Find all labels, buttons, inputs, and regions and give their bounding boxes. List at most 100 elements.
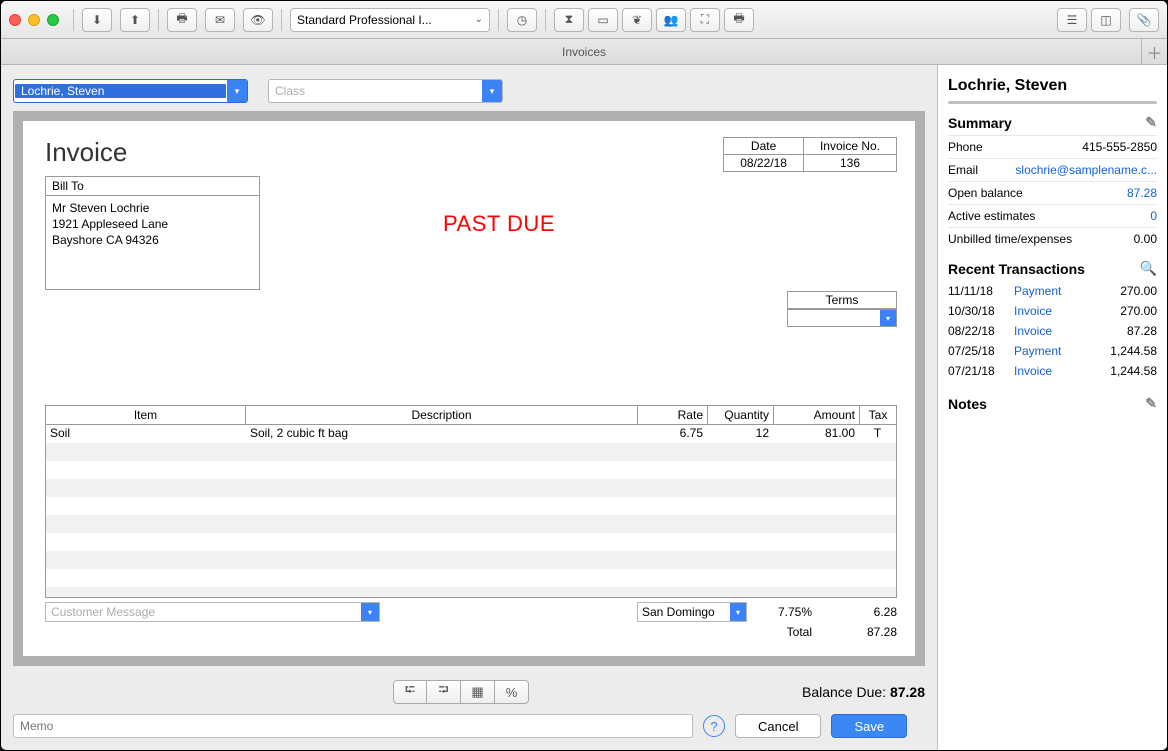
cell-tax[interactable] (860, 569, 896, 587)
open-balance-link[interactable]: 87.28 (1127, 186, 1157, 200)
table-row[interactable] (46, 461, 896, 479)
cell-qty[interactable] (708, 515, 774, 533)
customer-select[interactable]: Lochrie, Steven ▾ (13, 79, 248, 103)
terms-select[interactable]: ▾ (787, 309, 897, 327)
cell-rate[interactable] (638, 443, 708, 461)
table-row[interactable] (46, 569, 896, 587)
cell-desc[interactable] (246, 551, 638, 569)
pending-button[interactable]: ◷ (507, 8, 537, 32)
grid-body[interactable]: SoilSoil, 2 cubic ft bag6.751281.00T (46, 425, 896, 597)
table-row[interactable] (46, 533, 896, 551)
email-button[interactable]: ✉ (205, 8, 235, 32)
line-items-grid[interactable]: Item Description Rate Quantity Amount Ta… (45, 405, 897, 598)
cell-qty[interactable] (708, 551, 774, 569)
edit-summary-button[interactable]: ✎ (1145, 114, 1157, 131)
cell-item[interactable] (46, 569, 246, 587)
cell-amount[interactable]: 81.00 (774, 425, 860, 443)
cell-item[interactable] (46, 461, 246, 479)
cell-tax[interactable] (860, 533, 896, 551)
cell-item[interactable] (46, 515, 246, 533)
new-tab-button[interactable]: ＋ (1141, 39, 1167, 65)
credit-button[interactable]: ❦ (622, 8, 652, 32)
cell-tax[interactable] (860, 461, 896, 479)
txn-type-link[interactable]: Invoice (1014, 304, 1091, 318)
class-select[interactable]: Class ▾ (268, 79, 503, 103)
schedule-button[interactable]: ⮒ (427, 680, 461, 704)
cell-amount[interactable] (774, 551, 860, 569)
percent-button[interactable]: % (495, 680, 529, 704)
cell-desc[interactable] (246, 533, 638, 551)
cell-rate[interactable] (638, 479, 708, 497)
invoice-no-field[interactable]: Invoice No. 136 (803, 137, 897, 172)
cell-amount[interactable] (774, 533, 860, 551)
calendar-button[interactable]: ▦ (461, 680, 495, 704)
cell-qty[interactable]: 12 (708, 425, 774, 443)
cell-item[interactable]: Soil (46, 425, 246, 443)
txn-type-link[interactable]: Invoice (1014, 364, 1091, 378)
txn-type-link[interactable]: Payment (1014, 344, 1091, 358)
cell-rate[interactable] (638, 587, 708, 597)
cell-desc[interactable] (246, 461, 638, 479)
cell-amount[interactable] (774, 497, 860, 515)
cell-amount[interactable] (774, 587, 860, 597)
cell-desc[interactable]: Soil, 2 cubic ft bag (246, 425, 638, 443)
cell-qty[interactable] (708, 479, 774, 497)
cell-item[interactable] (46, 551, 246, 569)
cell-amount[interactable] (774, 569, 860, 587)
cell-rate[interactable] (638, 533, 708, 551)
cell-item[interactable] (46, 479, 246, 497)
cell-amount[interactable] (774, 461, 860, 479)
mail-button[interactable]: 🖶 (724, 8, 754, 32)
cell-amount[interactable] (774, 515, 860, 533)
table-row[interactable] (46, 479, 896, 497)
tax-code-select[interactable]: San Domingo ▾ (637, 602, 747, 622)
save-button[interactable]: Save (831, 714, 907, 738)
help-button[interactable]: ? (703, 715, 725, 737)
cell-qty[interactable] (708, 569, 774, 587)
cell-tax[interactable] (860, 515, 896, 533)
txn-type-link[interactable]: Invoice (1014, 324, 1091, 338)
cell-rate[interactable] (638, 551, 708, 569)
cell-item[interactable] (46, 533, 246, 551)
cell-qty[interactable] (708, 461, 774, 479)
cell-item[interactable] (46, 587, 246, 597)
date-field[interactable]: Date 08/22/18 (723, 137, 803, 172)
memo-field[interactable] (13, 714, 693, 738)
cell-amount[interactable] (774, 479, 860, 497)
table-row[interactable] (46, 443, 896, 461)
cell-tax[interactable] (860, 551, 896, 569)
cell-tax[interactable]: T (860, 425, 896, 443)
cell-rate[interactable] (638, 497, 708, 515)
time-costs-button[interactable]: ⧗ (554, 8, 584, 32)
cell-desc[interactable] (246, 443, 638, 461)
split-button[interactable]: ⮓ (393, 680, 427, 704)
customer-message-select[interactable]: Customer Message ▾ (45, 602, 380, 622)
attach-button[interactable]: 📎 (1129, 8, 1159, 32)
print-button[interactable]: 🖶 (167, 8, 197, 32)
cell-tax[interactable] (860, 497, 896, 515)
cancel-button[interactable]: Cancel (735, 714, 821, 738)
bill-to-box[interactable]: Bill To Mr Steven Lochrie 1921 Appleseed… (45, 176, 260, 290)
cell-desc[interactable] (246, 479, 638, 497)
table-row[interactable]: SoilSoil, 2 cubic ft bag6.751281.00T (46, 425, 896, 443)
cell-desc[interactable] (246, 497, 638, 515)
cell-tax[interactable] (860, 479, 896, 497)
cell-qty[interactable] (708, 497, 774, 515)
close-window-button[interactable] (9, 14, 21, 26)
view-split-button[interactable]: ◫ (1091, 8, 1121, 32)
edit-notes-button[interactable]: ✎ (1145, 395, 1157, 412)
customers-button[interactable]: 👥 (656, 8, 686, 32)
cell-item[interactable] (46, 443, 246, 461)
tab-invoices[interactable]: Invoices (562, 45, 606, 59)
table-row[interactable] (46, 515, 896, 533)
estimates-link[interactable]: 0 (1150, 209, 1157, 223)
search-transactions-button[interactable]: 🔍 (1140, 260, 1157, 277)
preview-button[interactable]: 👁 (243, 8, 273, 32)
email-link[interactable]: slochrie@samplename.c... (1015, 163, 1157, 177)
cell-qty[interactable] (708, 587, 774, 597)
prev-record-button[interactable]: ⬇ (82, 8, 112, 32)
cell-rate[interactable] (638, 515, 708, 533)
cell-amount[interactable] (774, 443, 860, 461)
cell-desc[interactable] (246, 587, 638, 597)
cell-desc[interactable] (246, 569, 638, 587)
